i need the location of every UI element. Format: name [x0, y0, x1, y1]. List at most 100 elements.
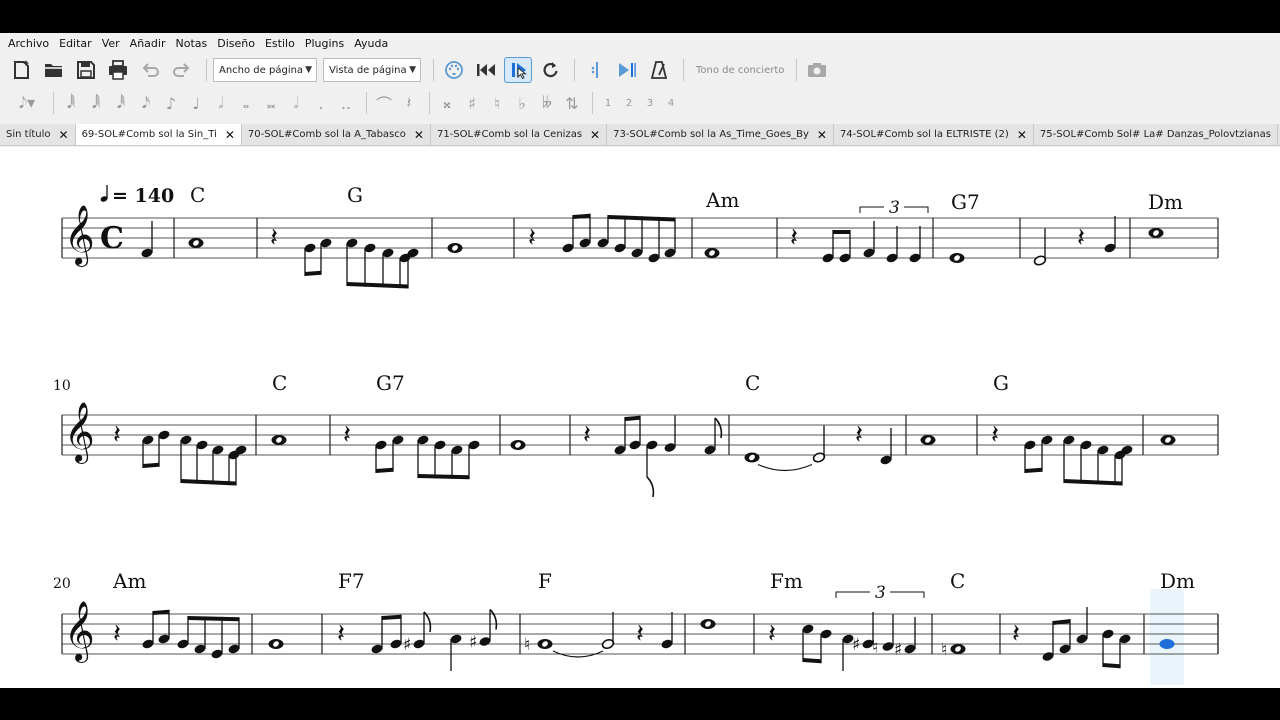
close-icon[interactable]: ✕	[590, 128, 600, 142]
tab-eltriste[interactable]: 74-SOL#Comb sol la ELTRISTE (2) ✕	[834, 124, 1034, 145]
play-button[interactable]	[504, 57, 532, 83]
duration-eighth-button[interactable]: ♪	[160, 92, 182, 114]
close-icon[interactable]: ✕	[225, 128, 235, 142]
close-icon[interactable]: ✕	[414, 128, 424, 142]
selection-highlight	[1150, 589, 1184, 685]
image-capture-button[interactable]	[803, 57, 831, 83]
quarter-rest[interactable]: 𝄽	[790, 223, 798, 253]
quarter-rest[interactable]: 𝄽	[113, 420, 121, 450]
open-button[interactable]	[40, 57, 68, 83]
sharp-button[interactable]: ♯	[461, 92, 483, 114]
close-icon[interactable]: ✕	[817, 128, 827, 142]
menu-ver[interactable]: Ver	[98, 37, 124, 50]
chord-symbol[interactable]: C	[745, 371, 760, 395]
loop-in-button[interactable]	[581, 57, 609, 83]
play-repeats-button[interactable]	[613, 57, 641, 83]
double-sharp-button[interactable]: 𝄪	[436, 92, 458, 114]
flat-button[interactable]: ♭	[511, 92, 533, 114]
voice-4-button[interactable]: 4	[662, 92, 680, 114]
quarter-rest[interactable]: 𝄽	[991, 420, 999, 450]
save-button[interactable]	[72, 57, 100, 83]
quarter-rest[interactable]: 𝄽	[583, 420, 591, 450]
duration-longa-button[interactable]: 𝅗𝅥	[285, 92, 307, 114]
chord-symbol[interactable]: F7	[338, 569, 365, 593]
chord-symbol[interactable]: Fm	[770, 569, 803, 593]
menu-archivo[interactable]: Archivo	[4, 37, 53, 50]
voice-1-button[interactable]: 1	[599, 92, 617, 114]
beam	[382, 614, 401, 620]
menu-diseno[interactable]: Diseño	[213, 37, 259, 50]
redo-button[interactable]	[168, 57, 196, 83]
concert-pitch-toggle[interactable]: Tono de concierto	[696, 65, 784, 76]
quarter-rest[interactable]: 𝄽	[768, 619, 776, 649]
flip-direction-button[interactable]: ⇅	[561, 92, 583, 114]
menu-estilo[interactable]: Estilo	[261, 37, 299, 50]
score-page: 𝄞𝄞𝄞C= 1401020C G Am G7 DmC G7 C GAm F7 F Fm C Dm𝄽 𝄽 𝄽3…	[53, 183, 1219, 685]
midi-input-button[interactable]	[440, 57, 468, 83]
chord-symbol[interactable]: G	[347, 183, 363, 207]
quarter-rest[interactable]: 𝄽	[1012, 619, 1020, 649]
print-button[interactable]	[104, 57, 132, 83]
selected-note-head[interactable]	[1159, 639, 1175, 649]
tab-a-tabasco[interactable]: 70-SOL#Comb sol la A_Tabasco ✕	[242, 124, 431, 145]
double-dot-button[interactable]: ..	[335, 92, 357, 114]
chord-symbol[interactable]: G	[993, 371, 1009, 395]
quarter-rest[interactable]: 𝄽	[855, 420, 863, 450]
natural-button[interactable]: ♮	[486, 92, 508, 114]
menu-ayuda[interactable]: Ayuda	[350, 37, 392, 50]
loop-button[interactable]	[536, 57, 564, 83]
tab-sin-ti[interactable]: 69-SOL#Comb sol la Sin_Ti ✕	[75, 124, 242, 145]
tab-cenizas[interactable]: 71-SOL#Comb sol la Cenizas ✕	[431, 124, 608, 145]
metronome-button[interactable]	[645, 57, 673, 83]
quarter-rest[interactable]: 𝄽	[1077, 223, 1085, 253]
menu-anadir[interactable]: Añadir	[126, 37, 170, 50]
chord-symbol[interactable]: Am	[705, 188, 739, 212]
menu-plugins[interactable]: Plugins	[301, 37, 348, 50]
tab-danzas-polovtzianas[interactable]: 75-SOL#Comb Sol# La# Danzas_Polovtzianas	[1034, 124, 1278, 145]
chord-symbol[interactable]: G7	[376, 371, 405, 395]
duration-32nd-button[interactable]: 𝅘𝅥𝅱	[110, 92, 132, 114]
chord-symbol[interactable]: G7	[951, 190, 980, 214]
tab-as-time-goes-by[interactable]: 73-SOL#Comb sol la As_Time_Goes_By ✕	[607, 124, 834, 145]
menu-notas[interactable]: Notas	[171, 37, 211, 50]
augmentation-dot-button[interactable]: .	[310, 92, 332, 114]
chord-symbol[interactable]: Dm	[1148, 190, 1183, 214]
quarter-rest[interactable]: 𝄽	[270, 223, 278, 253]
chord-symbol[interactable]: C	[950, 569, 965, 593]
double-flat-button[interactable]: 𝄫	[536, 92, 558, 114]
close-icon[interactable]: ✕	[59, 128, 69, 142]
chord-symbol[interactable]: Am	[112, 569, 146, 593]
score-canvas[interactable]: 𝄞 𝄞 𝄞 C = 140 10 20 C G Am G7 Dm C G7 C G Am F7 F Fm C Dm 𝄽 𝄽 𝄽 3…	[0, 147, 1280, 688]
quarter-rest[interactable]: 𝄽	[636, 619, 644, 649]
voice-2-button[interactable]: 2	[620, 92, 638, 114]
quarter-rest[interactable]: 𝄽	[113, 619, 121, 649]
note-input-mode-button[interactable]: 𝅘𝅥𝅮▾	[10, 92, 44, 114]
rewind-button[interactable]	[472, 57, 500, 83]
undo-button[interactable]	[136, 57, 164, 83]
view-mode-combo[interactable]: Vista de página ▼	[323, 58, 421, 82]
new-score-button[interactable]	[8, 57, 36, 83]
duration-quarter-button[interactable]: ♩	[185, 92, 207, 114]
duration-1024th-button[interactable]: 𝅘𝅥𝅲	[60, 92, 82, 114]
toolbar-separator	[592, 92, 593, 114]
zoom-combo[interactable]: Ancho de página ▼	[213, 58, 317, 82]
chord-symbol[interactable]: C	[190, 183, 205, 207]
quarter-rest[interactable]: 𝄽	[337, 619, 345, 649]
chord-symbol[interactable]: F	[538, 569, 552, 593]
voice-3-button[interactable]: 3	[641, 92, 659, 114]
duration-half-button[interactable]: 𝅗𝅥	[210, 92, 232, 114]
duration-breve-button[interactable]: 𝅜	[260, 92, 282, 114]
duration-16th-button[interactable]: 𝅘𝅥𝅯	[135, 92, 157, 114]
beam	[181, 479, 236, 486]
tie-button[interactable]: ⌒	[373, 92, 395, 114]
rest-button[interactable]: 𝄽	[398, 92, 420, 114]
close-icon[interactable]: ✕	[1017, 128, 1027, 142]
menu-editar[interactable]: Editar	[55, 37, 96, 50]
tab-sin-titulo[interactable]: Sin título ✕	[0, 124, 76, 145]
chord-symbol[interactable]: C	[272, 371, 287, 395]
sharp-accidental: ♯	[894, 640, 902, 660]
quarter-rest[interactable]: 𝄽	[528, 223, 536, 253]
quarter-rest[interactable]: 𝄽	[343, 420, 351, 450]
duration-64th-button[interactable]: 𝅘𝅥𝅲	[85, 92, 107, 114]
duration-whole-button[interactable]: 𝅝	[235, 92, 257, 114]
